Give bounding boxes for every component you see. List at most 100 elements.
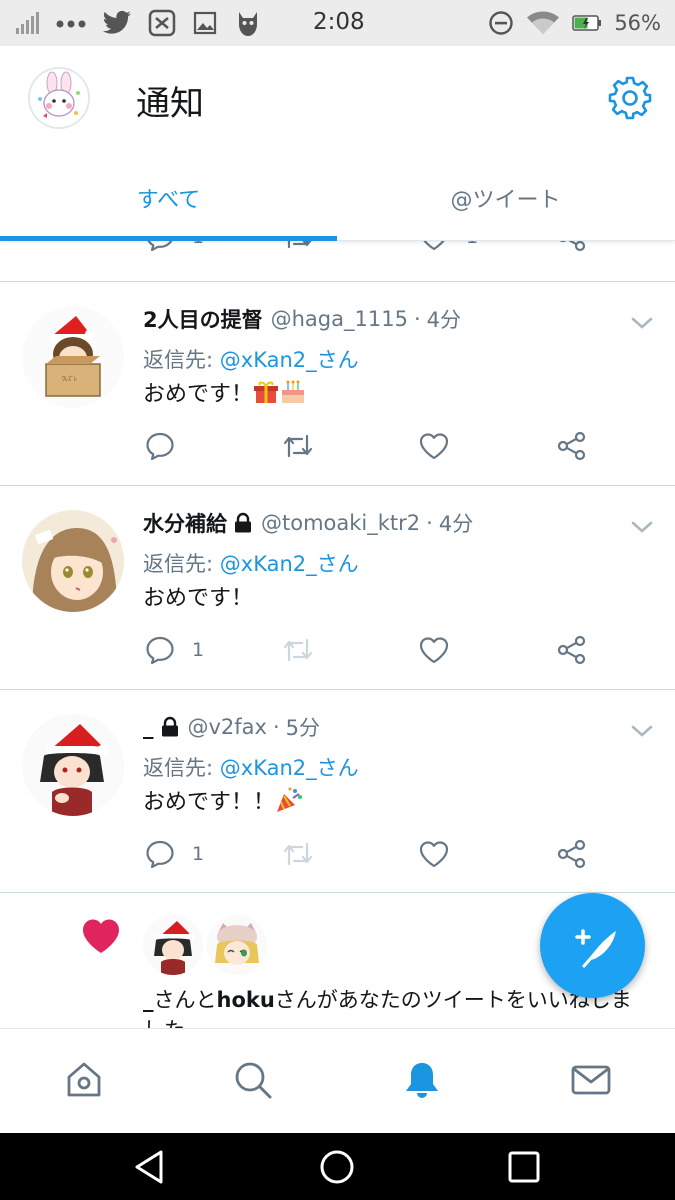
share-icon[interactable] xyxy=(556,241,588,253)
tweet-text: おめです！ xyxy=(143,580,253,612)
avatar-image-girl xyxy=(22,510,124,612)
tweet-actions xyxy=(0,426,675,466)
share-icon[interactable] xyxy=(556,430,588,462)
reply-count: 1 xyxy=(192,241,204,248)
compose-feather-icon xyxy=(575,929,616,968)
liker-avatar[interactable] xyxy=(143,915,203,975)
chevron-down-icon[interactable] xyxy=(630,519,654,535)
signal-icon xyxy=(16,12,39,34)
like-count: 1 xyxy=(466,241,478,248)
like-icon[interactable] xyxy=(418,634,450,666)
partial-action-row: 1 1 xyxy=(0,241,675,281)
dnd-icon xyxy=(489,11,514,35)
user-avatar[interactable] xyxy=(22,510,124,612)
display-name[interactable]: 2人目の提督 xyxy=(143,304,263,334)
back-icon[interactable] xyxy=(131,1148,169,1186)
tweet-text: おめです！ xyxy=(143,376,307,408)
app-icon xyxy=(148,9,176,37)
retweet-icon-disabled xyxy=(283,842,313,866)
battery-icon xyxy=(572,15,602,31)
tweet-time: 4分 xyxy=(438,512,474,536)
party-popper-emoji xyxy=(277,787,303,812)
separator: · xyxy=(426,511,433,535)
user-avatar[interactable] xyxy=(22,714,124,816)
liker-name[interactable]: _ xyxy=(143,988,154,1012)
tweet-text: おめです！！ xyxy=(143,784,303,816)
avatar-image-box-girl: ﾜﾚｽﾞﾚ xyxy=(22,306,124,408)
lock-icon xyxy=(235,512,251,533)
tab-mentions[interactable]: @ツイート xyxy=(337,166,674,241)
tweet-time: 5分 xyxy=(285,716,321,740)
reply-context: 返信先: @xKan2_さん xyxy=(143,752,359,782)
share-icon[interactable] xyxy=(556,634,588,666)
gallery-icon xyxy=(193,11,217,35)
reply-to-link[interactable]: @xKan2_さん xyxy=(220,756,359,780)
liker-avatar[interactable] xyxy=(207,915,267,975)
avatar-image-santa-girl xyxy=(22,714,124,816)
svg-text:ﾜﾚｽﾞﾚ: ﾜﾚｽﾞﾚ xyxy=(62,376,77,383)
notifications-icon[interactable] xyxy=(401,1059,443,1101)
reply-icon[interactable] xyxy=(144,634,176,666)
active-tab-indicator xyxy=(0,236,337,241)
chevron-down-icon[interactable] xyxy=(630,315,654,331)
status-bar: 2:08 56% xyxy=(0,0,675,46)
like-icon[interactable] xyxy=(418,241,450,253)
display-name[interactable]: 水分補給 xyxy=(143,508,227,538)
cat-icon xyxy=(239,12,257,36)
lock-icon xyxy=(161,716,178,737)
liker-name[interactable]: hoku xyxy=(217,988,275,1012)
home-circle-icon[interactable] xyxy=(318,1148,356,1186)
liker-avatar-cat-girl-image xyxy=(207,915,267,975)
share-icon[interactable] xyxy=(556,838,588,870)
reply-to-link[interactable]: @xKan2_さん xyxy=(220,552,359,576)
retweet-icon[interactable] xyxy=(281,241,315,253)
dots-icon xyxy=(56,20,86,28)
tab-all[interactable]: すべて xyxy=(0,166,337,241)
display-name[interactable]: _ xyxy=(143,715,154,739)
compose-tweet-button[interactable] xyxy=(540,893,645,998)
reply-icon[interactable] xyxy=(144,430,176,462)
user-handle[interactable]: @haga_1115 xyxy=(271,307,408,331)
tweet-item[interactable]: ﾜﾚｽﾞﾚ 2人目の提督 @haga_1115 · 4分 返信先: @xKan2… xyxy=(0,282,675,485)
like-icon[interactable] xyxy=(418,838,450,870)
tweet-actions: 1 xyxy=(0,834,675,874)
reply-context: 返信先: @xKan2_さん xyxy=(143,344,359,374)
app-header: 通知 すべて @ツイート xyxy=(0,46,675,241)
retweet-icon[interactable] xyxy=(281,430,315,462)
system-navigation-bar xyxy=(0,1133,675,1200)
user-avatar[interactable]: ﾜﾚｽﾞﾚ xyxy=(22,306,124,408)
bottom-navigation xyxy=(0,1028,675,1133)
status-time: 2:08 xyxy=(313,9,365,35)
settings-gear-icon[interactable] xyxy=(607,75,653,121)
heart-icon xyxy=(83,919,119,953)
user-handle[interactable]: @v2fax xyxy=(188,715,267,739)
tweet-time: 4分 xyxy=(426,308,462,332)
tweet-header: _ @v2fax · 5分 xyxy=(143,712,320,742)
reply-icon[interactable] xyxy=(144,838,176,870)
separator: · xyxy=(413,307,421,331)
retweet-icon-disabled xyxy=(283,638,313,662)
messages-icon[interactable] xyxy=(570,1059,612,1101)
tweet-header: 2人目の提督 @haga_1115 · 4分 xyxy=(143,304,461,334)
tweet-item[interactable]: 水分補給 @tomoaki_ktr2 · 4分 返信先: @xKan2_さん お… xyxy=(0,486,675,689)
like-icon[interactable] xyxy=(418,430,450,462)
reply-prefix: 返信先: xyxy=(143,348,214,372)
tweet-header: 水分補給 @tomoaki_ktr2 · 4分 xyxy=(143,508,473,538)
reply-prefix: 返信先: xyxy=(143,552,214,576)
battery-percent: 56% xyxy=(614,11,661,35)
reply-prefix: 返信先: xyxy=(143,756,214,780)
recents-icon[interactable] xyxy=(505,1148,543,1186)
user-handle[interactable]: @tomoaki_ktr2 xyxy=(261,511,420,535)
wifi-icon xyxy=(527,11,560,34)
reply-icon[interactable] xyxy=(144,241,176,253)
profile-avatar[interactable] xyxy=(28,67,90,129)
bunny-avatar-image xyxy=(30,69,88,127)
liker-avatar-santa-image xyxy=(143,915,203,975)
home-icon[interactable] xyxy=(63,1059,105,1101)
search-icon[interactable] xyxy=(232,1059,274,1101)
page-title: 通知 xyxy=(136,84,204,124)
chevron-down-icon[interactable] xyxy=(630,723,654,739)
tweet-item[interactable]: _ @v2fax · 5分 返信先: @xKan2_さん おめです！！ 1 xyxy=(0,690,675,893)
reply-to-link[interactable]: @xKan2_さん xyxy=(220,348,359,372)
like-text-part: さんと xyxy=(153,988,217,1012)
